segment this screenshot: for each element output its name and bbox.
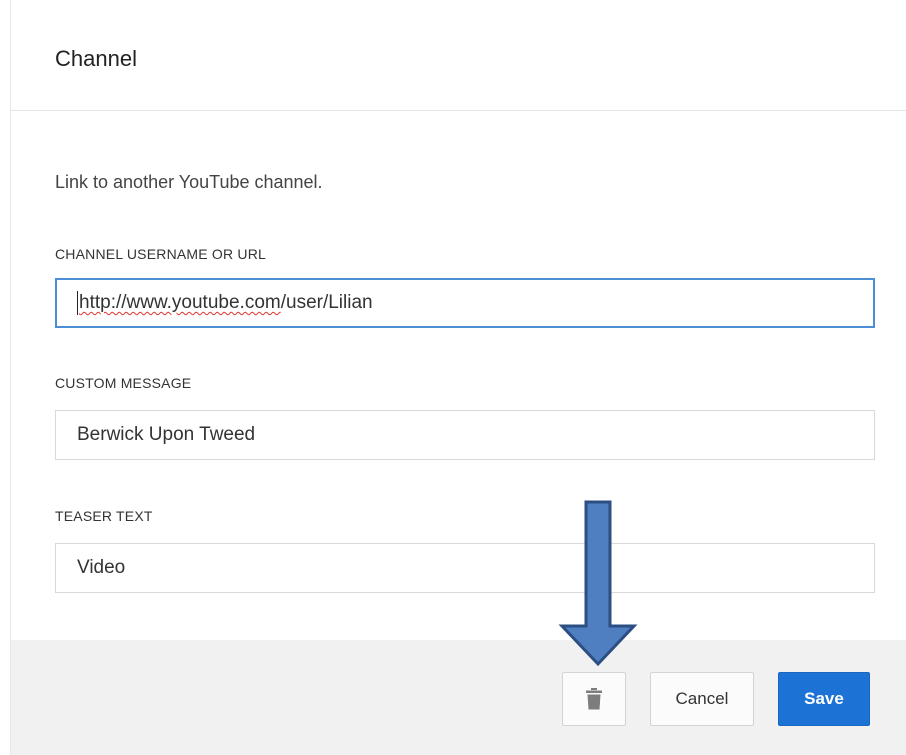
dialog-header: Channel [11, 0, 906, 111]
dialog-description: Link to another YouTube channel. [55, 172, 323, 192]
channel-dialog: Channel Link to another YouTube channel.… [10, 0, 906, 755]
save-button[interactable]: Save [778, 672, 870, 726]
teaser-text-value: Video [77, 557, 126, 578]
channel-url-label: CHANNEL USERNAME OR URL [55, 246, 267, 262]
spellcheck-underlined-text: http://www.youtube.com [79, 292, 281, 313]
text-caret [77, 291, 78, 315]
dialog-footer: Cancel Save [11, 640, 906, 755]
channel-url-value-rest: /user/Lilian [280, 292, 373, 313]
custom-message-value: Berwick Upon Tweed [77, 424, 256, 445]
down-arrow-annotation [558, 500, 638, 667]
teaser-text-label: TEASER TEXT [55, 508, 153, 524]
channel-url-input[interactable]: http://www.youtube.com/user/Lilian [55, 278, 875, 328]
custom-message-label: CUSTOM MESSAGE [55, 375, 192, 391]
custom-message-input[interactable]: Berwick Upon Tweed [55, 410, 875, 460]
delete-button[interactable] [562, 672, 626, 726]
cancel-button[interactable]: Cancel [650, 672, 754, 726]
teaser-text-input[interactable]: Video [55, 543, 875, 593]
trash-icon [586, 688, 602, 710]
dialog-title: Channel [55, 46, 137, 71]
